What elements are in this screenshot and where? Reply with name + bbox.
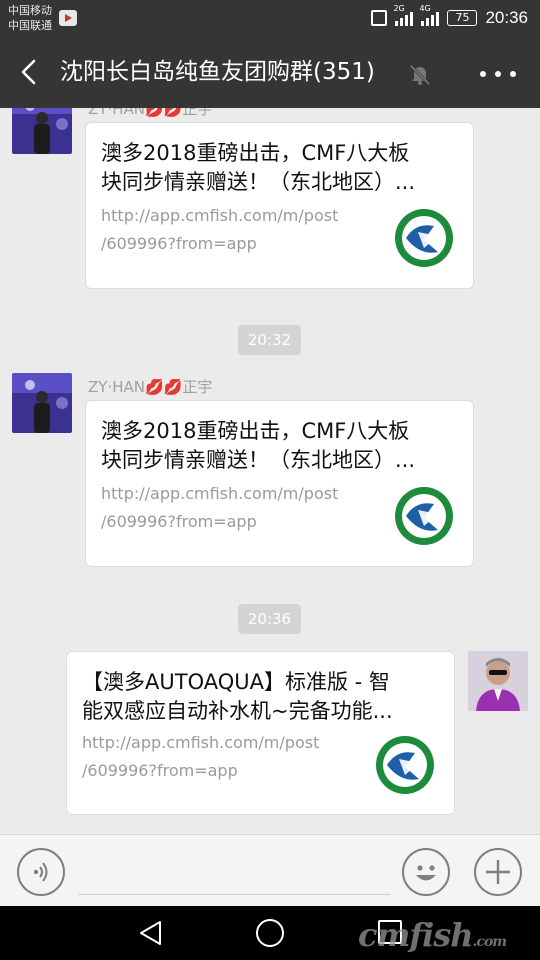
signal-2-icon: 4G: [419, 4, 440, 26]
bell-off-icon: [409, 64, 431, 86]
link-url: http://app.cmfish.com/m/post /609996?fro…: [101, 484, 339, 531]
back-button[interactable]: [12, 54, 48, 90]
link-card[interactable]: 澳多2018重磅出击，CMF八大板 块同步情亲赠送！（东北地区）... http…: [85, 400, 474, 567]
chat-title: 沈阳长白岛纯鱼友团购群(351): [60, 59, 375, 85]
more-dots-icon: [480, 71, 486, 77]
link-title: 澳多2018重磅出击，CMF八大板 块同步情亲赠送！（东北地区）...: [101, 141, 416, 194]
chevron-left-icon: [21, 59, 36, 85]
link-title: 澳多2018重磅出击，CMF八大板 块同步情亲赠送！（东北地区）...: [101, 419, 416, 472]
link-card[interactable]: 【澳多AUTOAQUA】标准版 - 智 能双感应自动补水机~完备功能... ht…: [66, 651, 455, 815]
emoji-icon: [416, 865, 436, 881]
cmfish-logo-icon: [395, 487, 453, 545]
status-time: 20:36: [485, 8, 528, 27]
carrier-2: 中国联通: [8, 19, 52, 32]
vibrate-icon: [371, 10, 388, 26]
network-1-label: 2G: [393, 4, 405, 13]
message-input[interactable]: [78, 847, 390, 895]
chat-area[interactable]: ZY·HAN💋💋正宇 澳多2018重磅出击，CMF八大板 块同步情亲赠送！（东北…: [0, 108, 540, 834]
more-button[interactable]: [480, 62, 516, 86]
more-functions-button[interactable]: [474, 848, 522, 896]
sender-name: ZY·HAN💋💋正宇: [88, 378, 213, 396]
plus-icon: [486, 860, 510, 884]
my-avatar[interactable]: [468, 651, 528, 711]
avatar[interactable]: [12, 108, 72, 154]
cmfish-logo-icon: [376, 736, 434, 794]
avatar-self-image: [468, 651, 528, 711]
system-nav-bar: cmfish.com: [0, 906, 540, 960]
carrier-names: 中国移动 中国联通: [8, 3, 52, 33]
link-title: 【澳多AUTOAQUA】标准版 - 智 能双感应自动补水机~完备功能...: [82, 670, 393, 723]
nav-back-icon[interactable]: [136, 918, 166, 948]
video-app-icon: [59, 10, 77, 26]
avatar-zyhan-image: [12, 373, 72, 433]
voice-icon: [33, 862, 48, 882]
link-url: http://app.cmfish.com/m/post /609996?fro…: [82, 733, 320, 780]
cmfish-watermark: cmfish.com: [358, 916, 507, 954]
carrier-1: 中国移动: [8, 4, 52, 17]
emoji-button[interactable]: [402, 848, 450, 896]
sender-name: ZY·HAN💋💋正宇: [88, 108, 213, 118]
voice-button[interactable]: [17, 848, 65, 896]
input-bar: [0, 834, 540, 906]
chat-header: 沈阳长白岛纯鱼友团购群(351): [0, 36, 540, 108]
signal-1-icon: 2G: [393, 4, 414, 26]
status-icons: 2G 4G 75 20:36: [371, 0, 528, 36]
timestamp: 20:32: [238, 325, 301, 355]
nav-home-icon[interactable]: [256, 919, 284, 947]
avatar-zyhan-image: [12, 108, 72, 154]
cmfish-logo-icon: [395, 209, 453, 267]
avatar[interactable]: [12, 373, 72, 433]
battery-icon: 75: [447, 10, 478, 26]
status-bar: 中国移动 中国联通 2G 4G 75 20:36: [0, 0, 540, 36]
link-card[interactable]: 澳多2018重磅出击，CMF八大板 块同步情亲赠送！（东北地区）... http…: [85, 122, 474, 289]
timestamp: 20:36: [238, 604, 301, 634]
network-2-label: 4G: [419, 4, 431, 13]
link-url: http://app.cmfish.com/m/post /609996?fro…: [101, 206, 339, 253]
